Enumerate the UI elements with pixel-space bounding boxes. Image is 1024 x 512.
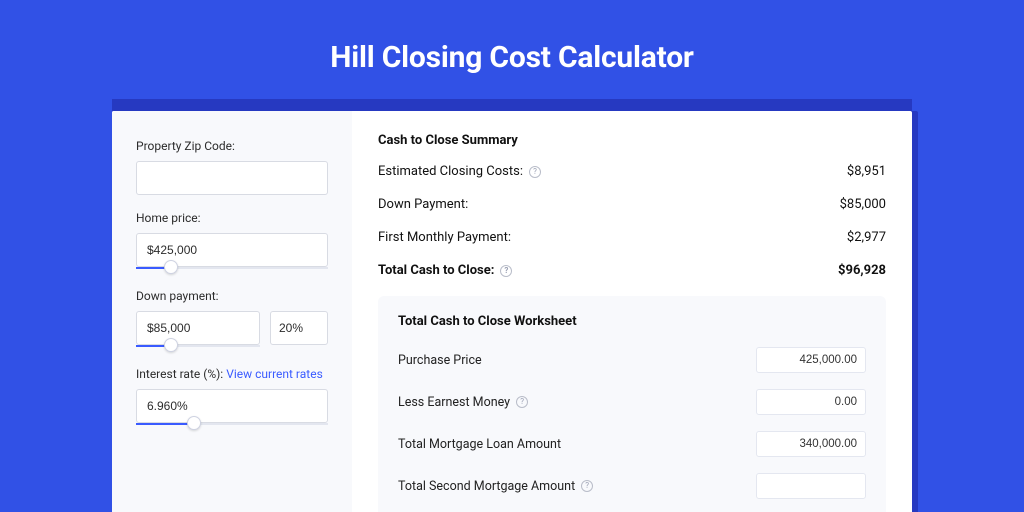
worksheet-row-earnest-money: Less Earnest Money ?: [398, 389, 866, 415]
help-icon[interactable]: ?: [516, 396, 528, 408]
worksheet-label: Purchase Price: [398, 353, 482, 368]
slider-thumb[interactable]: [164, 338, 178, 352]
card-shadow: [112, 99, 912, 111]
interest-rate-label: Interest rate (%):: [136, 367, 226, 381]
interest-rate-slider[interactable]: [136, 389, 328, 423]
worksheet-row-second-mortgage: Total Second Mortgage Amount ?: [398, 473, 866, 499]
summary-label: First Monthly Payment:: [378, 230, 511, 245]
zip-input[interactable]: [136, 161, 328, 195]
slider-thumb[interactable]: [187, 416, 201, 430]
inputs-panel: Property Zip Code: Home price: Down paym…: [112, 111, 352, 512]
zip-field: Property Zip Code:: [136, 139, 328, 195]
worksheet-input[interactable]: [756, 473, 866, 499]
help-icon[interactable]: ?: [500, 265, 512, 277]
summary-title: Cash to Close Summary: [378, 133, 886, 148]
slider-fill: [136, 423, 194, 425]
view-rates-link[interactable]: View current rates: [226, 367, 323, 381]
summary-row-total: Total Cash to Close: ? $96,928: [378, 263, 886, 278]
summary-total-label: Total Cash to Close:: [378, 263, 494, 278]
home-price-slider[interactable]: [136, 233, 328, 267]
interest-rate-input[interactable]: [136, 389, 328, 423]
worksheet-row-purchase-price: Purchase Price: [398, 347, 866, 373]
summary-value: $8,951: [847, 164, 886, 179]
help-icon[interactable]: ?: [529, 166, 541, 178]
summary-total-value: $96,928: [838, 263, 886, 278]
worksheet-input[interactable]: [756, 389, 866, 415]
down-payment-slider[interactable]: [136, 311, 260, 345]
worksheet-row-mortgage-amount: Total Mortgage Loan Amount: [398, 431, 866, 457]
summary-label: Down Payment:: [378, 197, 468, 212]
home-price-label: Home price:: [136, 211, 328, 225]
summary-row-down-payment: Down Payment: $85,000: [378, 197, 886, 212]
slider-thumb[interactable]: [164, 260, 178, 274]
summary-row-closing-costs: Estimated Closing Costs: ? $8,951: [378, 164, 886, 179]
results-panel: Cash to Close Summary Estimated Closing …: [352, 111, 912, 512]
worksheet-label: Total Mortgage Loan Amount: [398, 437, 561, 452]
down-payment-pct-input[interactable]: [270, 311, 328, 345]
worksheet-label: Total Second Mortgage Amount: [398, 479, 575, 494]
help-icon[interactable]: ?: [581, 480, 593, 492]
home-price-field: Home price:: [136, 211, 328, 267]
summary-value: $2,977: [847, 230, 886, 245]
page-title: Hill Closing Cost Calculator: [0, 0, 1024, 99]
down-payment-field: Down payment:: [136, 289, 328, 345]
worksheet-panel: Total Cash to Close Worksheet Purchase P…: [378, 296, 886, 512]
interest-rate-field: Interest rate (%): View current rates: [136, 367, 328, 423]
summary-value: $85,000: [840, 197, 886, 212]
worksheet-input[interactable]: [756, 347, 866, 373]
down-payment-label: Down payment:: [136, 289, 328, 303]
calculator-card: Property Zip Code: Home price: Down paym…: [112, 111, 912, 512]
down-payment-input[interactable]: [136, 311, 260, 345]
worksheet-input[interactable]: [756, 431, 866, 457]
summary-label: Estimated Closing Costs:: [378, 164, 523, 179]
zip-label: Property Zip Code:: [136, 139, 328, 153]
worksheet-label: Less Earnest Money: [398, 395, 510, 410]
worksheet-title: Total Cash to Close Worksheet: [398, 314, 866, 329]
summary-row-first-payment: First Monthly Payment: $2,977: [378, 230, 886, 245]
interest-rate-label-row: Interest rate (%): View current rates: [136, 367, 328, 381]
